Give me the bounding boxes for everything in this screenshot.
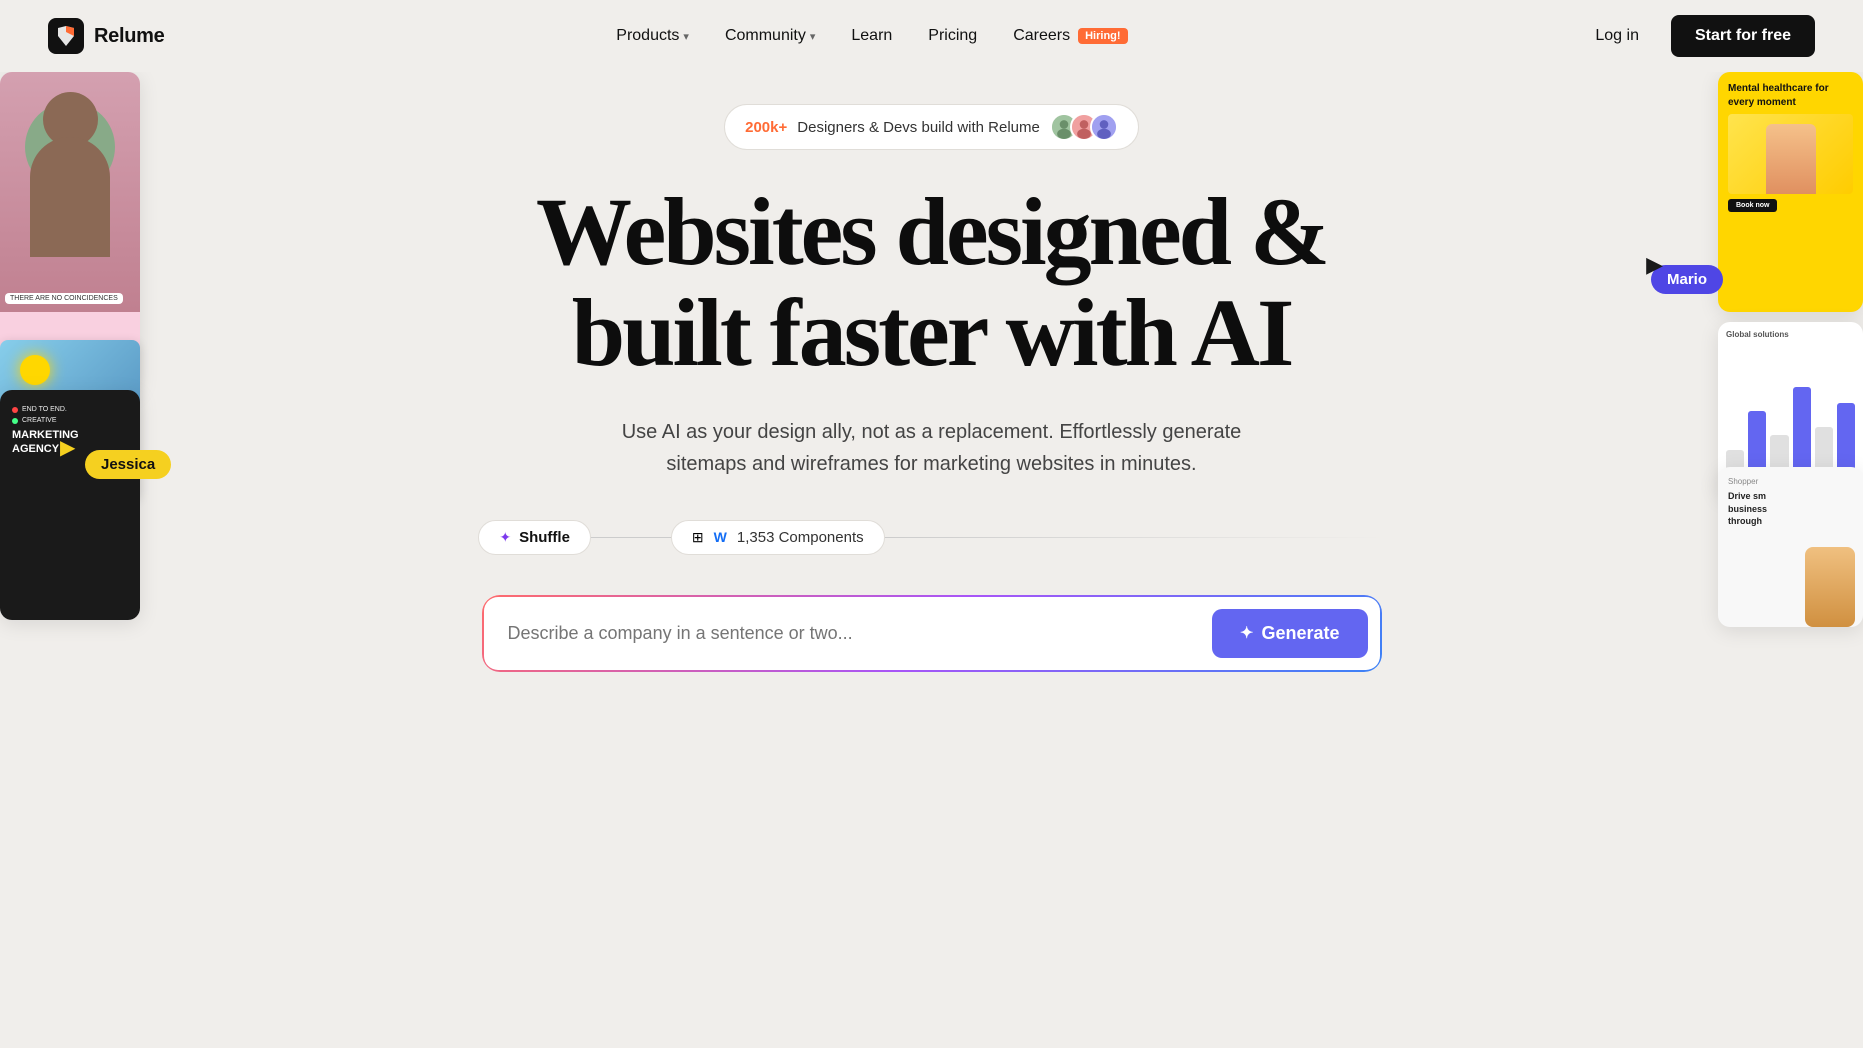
components-count: 1,353 Components [737,529,864,546]
start-free-button[interactable]: Start for free [1671,15,1815,57]
nav-link-products[interactable]: Products ▾ [600,19,705,53]
bar-divider [885,537,1385,538]
nav-actions: Log in Start for free [1579,15,1815,57]
generate-box: ✦ Generate [484,597,1380,670]
generate-button[interactable]: ✦ Generate [1212,609,1367,658]
webflow-icon: W [714,529,727,545]
nav-item-products[interactable]: Products ▾ [600,19,705,53]
shuffle-pill[interactable]: ✦ Shuffle [478,520,591,555]
generate-input[interactable] [508,623,1201,644]
social-proof-text: Designers & Devs build with Relume [797,119,1040,136]
figma-icon: ⊞ [692,529,704,546]
logo[interactable]: Relume [48,18,164,54]
nav-item-community[interactable]: Community ▾ [709,19,831,53]
cursor-mario-arrow: ▶ [1646,252,1663,278]
logo-icon [48,18,84,54]
generate-section: ✦ Generate [482,595,1382,672]
shuffle-components-bar: ✦ Shuffle ⊞ W 1,353 Components [478,520,1384,555]
generate-box-wrapper: ✦ Generate [482,595,1382,672]
social-proof-count: 200k+ [745,119,787,136]
nav-link-learn[interactable]: Learn [835,19,908,53]
logo-text: Relume [94,25,164,48]
nav-link-pricing[interactable]: Pricing [912,19,993,53]
shuffle-icon: ✦ [499,529,511,546]
avatar-group [1050,113,1118,141]
nav-link-careers[interactable]: Careers Hiring! [997,19,1143,53]
nav-link-community[interactable]: Community ▾ [709,19,831,53]
hiring-badge: Hiring! [1078,28,1127,44]
hero-section: 200k+ Designers & Devs build with Relume [0,72,1863,672]
hero-subtext: Use AI as your design ally, not as a rep… [592,416,1272,480]
login-button[interactable]: Log in [1579,19,1655,53]
shuffle-label: Shuffle [519,529,570,546]
cursor-jessica-arrow: ▶ [60,435,75,460]
nav-links: Products ▾ Community ▾ Learn Pricing Car… [600,19,1143,53]
nav-item-learn[interactable]: Learn [835,19,908,53]
navbar: Relume Products ▾ Community ▾ Learn Pric… [0,0,1863,72]
chevron-down-icon: ▾ [683,30,689,43]
shuffle-divider [591,537,671,538]
generate-star-icon: ✦ [1240,623,1253,643]
chevron-down-icon-community: ▾ [810,30,816,43]
avatar-3 [1090,113,1118,141]
jessica-cursor-label: Jessica [85,450,171,479]
hero-heading: Websites designed & built faster with AI [536,182,1327,384]
social-proof-banner: 200k+ Designers & Devs build with Relume [724,104,1139,150]
components-pill: ⊞ W 1,353 Components [671,520,885,555]
nav-item-pricing[interactable]: Pricing [912,19,993,53]
nav-item-careers[interactable]: Careers Hiring! [997,19,1143,53]
